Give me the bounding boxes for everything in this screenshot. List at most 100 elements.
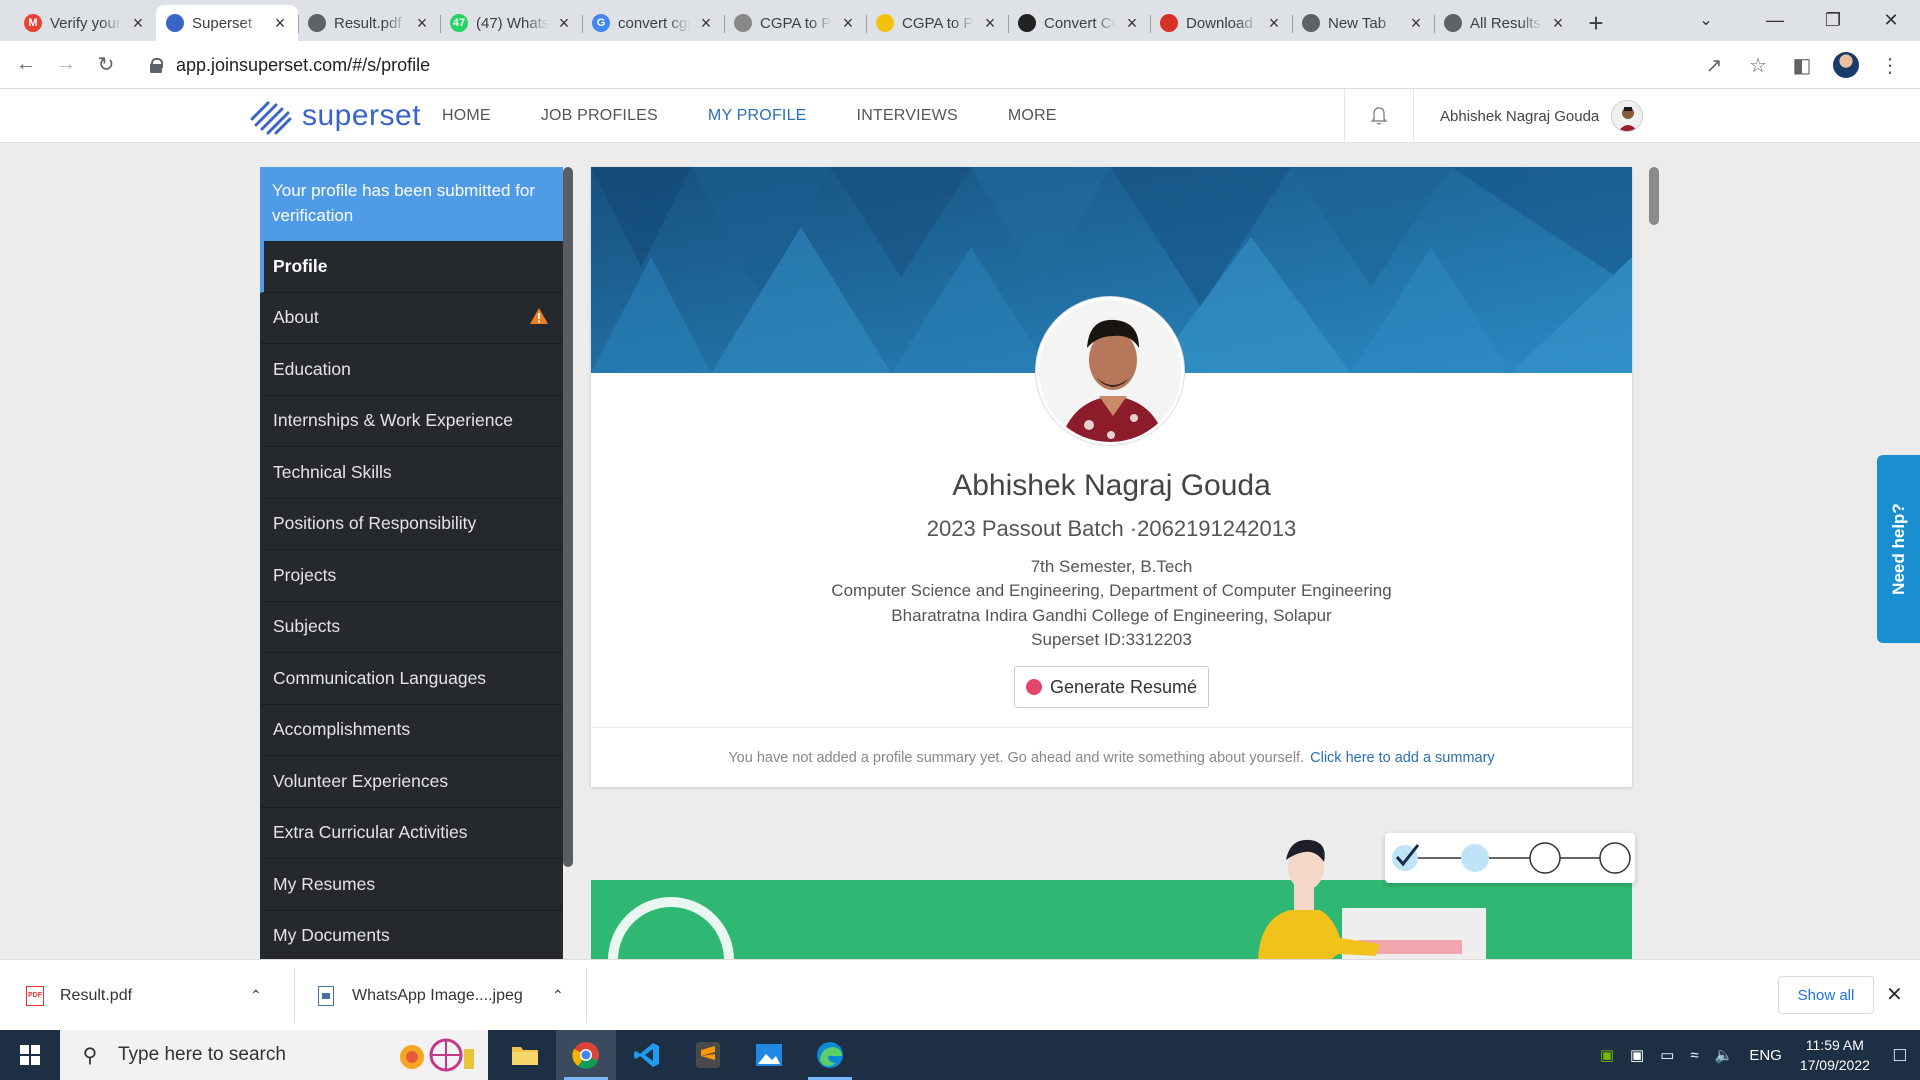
nav-home[interactable]: HOME bbox=[442, 107, 491, 125]
wifi-icon[interactable]: ≈ bbox=[1690, 1047, 1698, 1064]
tab-search-chevron-icon[interactable]: ⌄ bbox=[1688, 4, 1724, 36]
browser-tab[interactable]: CGPA to Percentage × bbox=[724, 5, 866, 41]
system-tray: ▣ ▣ ▭ ≈ 🔈 ENG 11:59 AM 17/09/2022 □ bbox=[1592, 1030, 1920, 1080]
taskbar-clock[interactable]: 11:59 AM 17/09/2022 bbox=[1800, 1035, 1870, 1075]
close-tab-icon[interactable]: × bbox=[1266, 13, 1282, 34]
notification-bell-icon[interactable] bbox=[1344, 89, 1414, 143]
show-all-downloads-button[interactable]: Show all bbox=[1778, 976, 1874, 1014]
sidebar-scrollbar[interactable] bbox=[563, 167, 573, 867]
sidebar-item-about[interactable]: About bbox=[260, 293, 563, 344]
close-tab-icon[interactable]: × bbox=[130, 13, 146, 34]
share-icon[interactable]: ↗ bbox=[1694, 45, 1734, 85]
edge-browser-icon[interactable] bbox=[800, 1030, 860, 1080]
url-text[interactable]: app.joinsuperset.com/#/s/profile bbox=[176, 55, 430, 76]
sidebar-item-communication-languages[interactable]: Communication Languages bbox=[260, 653, 563, 705]
browser-menu-icon[interactable]: ⋮ bbox=[1870, 45, 1910, 85]
photos-app-icon[interactable] bbox=[739, 1030, 799, 1080]
browser-tab[interactable]: All Results × bbox=[1434, 5, 1576, 41]
address-bar[interactable]: app.joinsuperset.com/#/s/profile bbox=[140, 47, 1700, 83]
sidebar-item-accomplishments[interactable]: Accomplishments bbox=[260, 705, 563, 756]
browser-tab[interactable]: 47 (47) WhatsApp × bbox=[440, 5, 582, 41]
close-window-button[interactable]: ✕ bbox=[1862, 0, 1920, 40]
language-indicator[interactable]: ENG bbox=[1749, 1047, 1782, 1064]
new-tab-button[interactable]: + bbox=[1576, 5, 1616, 41]
back-arrow-icon[interactable]: ← bbox=[6, 45, 46, 85]
close-tab-icon[interactable]: × bbox=[840, 13, 856, 34]
profile-batch: 2023 Passout Batch ·2062191242013 bbox=[926, 516, 1297, 541]
sidebar-item-projects[interactable]: Projects bbox=[260, 550, 563, 602]
meet-now-icon[interactable]: ▣ bbox=[1630, 1046, 1644, 1064]
profile-department: Computer Science and Engineering, Depart… bbox=[831, 581, 1392, 600]
sidebar-item-volunteer-experiences[interactable]: Volunteer Experiences bbox=[260, 756, 563, 808]
sidebar-item-label: About bbox=[273, 307, 319, 328]
page-scrollbar[interactable] bbox=[1649, 167, 1659, 225]
add-summary-link[interactable]: Click here to add a summary bbox=[1310, 750, 1495, 766]
browser-tab[interactable]: Superset × bbox=[156, 5, 298, 41]
profile-sidebar: Your profile has been submitted for veri… bbox=[260, 167, 563, 959]
nav-my-profile[interactable]: MY PROFILE bbox=[708, 107, 807, 125]
reload-icon[interactable]: ↻ bbox=[86, 45, 126, 85]
battery-icon[interactable]: ▭ bbox=[1660, 1046, 1674, 1064]
sidebar-item-positions-of-responsibility[interactable]: Positions of Responsibility bbox=[260, 499, 563, 550]
sidebar-item-education[interactable]: Education bbox=[260, 344, 563, 396]
restore-button[interactable]: ❐ bbox=[1804, 0, 1862, 40]
side-panel-icon[interactable]: ◧ bbox=[1782, 45, 1822, 85]
browser-tab[interactable]: Convert CGPA × bbox=[1008, 5, 1150, 41]
download-item-whatsapp-image[interactable]: WhatsApp Image....jpeg ⌃ bbox=[318, 960, 564, 1031]
notification-center-icon[interactable]: □ bbox=[1894, 1044, 1906, 1067]
user-avatar[interactable] bbox=[1611, 100, 1644, 132]
lock-icon[interactable] bbox=[150, 58, 163, 73]
nav-job-profiles[interactable]: JOB PROFILES bbox=[541, 107, 658, 125]
need-help-button[interactable]: Need help? bbox=[1877, 455, 1920, 643]
downloads-bar: PDF Result.pdf ⌃ WhatsApp Image....jpeg … bbox=[0, 959, 1920, 1030]
profile-summary-row: You have not added a profile summary yet… bbox=[591, 727, 1632, 787]
profile-avatar-icon[interactable] bbox=[1826, 45, 1866, 85]
chevron-up-icon[interactable]: ⌃ bbox=[552, 987, 564, 1004]
browser-tab[interactable]: CGPA to Percentage × bbox=[866, 5, 1008, 41]
download-item-result-pdf[interactable]: PDF Result.pdf ⌃ bbox=[26, 960, 262, 1031]
vscode-icon[interactable] bbox=[617, 1030, 677, 1080]
profile-photo[interactable] bbox=[1036, 297, 1184, 445]
chevron-up-icon[interactable]: ⌃ bbox=[250, 987, 262, 1004]
close-downloads-icon[interactable]: ✕ bbox=[1886, 982, 1903, 1007]
volume-icon[interactable]: 🔈 bbox=[1715, 1046, 1734, 1064]
sidebar-item-extra-curricular-activities[interactable]: Extra Curricular Activities bbox=[260, 808, 563, 859]
close-tab-icon[interactable]: × bbox=[414, 13, 430, 34]
tab-title: Verify your bbox=[50, 14, 121, 32]
taskbar-search-box[interactable]: ⚲ Type here to search bbox=[60, 1030, 488, 1080]
minimize-button[interactable]: — bbox=[1746, 0, 1804, 40]
sidebar-item-internships-work-experience[interactable]: Internships & Work Experience bbox=[260, 396, 563, 447]
file-explorer-icon[interactable] bbox=[495, 1030, 555, 1080]
download-separator bbox=[586, 968, 587, 1023]
sidebar-item-label: My Documents bbox=[273, 925, 390, 946]
sublime-text-icon[interactable] bbox=[678, 1030, 738, 1080]
close-tab-icon[interactable]: × bbox=[556, 13, 572, 34]
forward-arrow-icon[interactable]: → bbox=[46, 45, 86, 85]
superset-logo[interactable]: superset bbox=[248, 97, 421, 135]
close-tab-icon[interactable]: × bbox=[982, 13, 998, 34]
close-tab-icon[interactable]: × bbox=[1550, 13, 1566, 34]
sidebar-item-profile[interactable]: Profile bbox=[260, 241, 563, 293]
generate-resume-button[interactable]: Generate Resumé bbox=[1014, 666, 1209, 708]
browser-tab[interactable]: New Tab × bbox=[1292, 5, 1434, 41]
sidebar-item-my-resumes[interactable]: My Resumes bbox=[260, 859, 563, 911]
close-tab-icon[interactable]: × bbox=[1124, 13, 1140, 34]
windows-start-icon[interactable] bbox=[20, 1045, 40, 1065]
browser-tab[interactable]: M Verify your × bbox=[14, 5, 156, 41]
nav-interviews[interactable]: INTERVIEWS bbox=[857, 107, 958, 125]
browser-tab[interactable]: Result.pdf × bbox=[298, 5, 440, 41]
sidebar-item-my-documents[interactable]: My Documents bbox=[260, 911, 563, 960]
sidebar-item-technical-skills[interactable]: Technical Skills bbox=[260, 447, 563, 499]
browser-tab[interactable]: Gconvert cgpa × bbox=[582, 5, 724, 41]
close-tab-icon[interactable]: × bbox=[1408, 13, 1424, 34]
profile-card: Abhishek Nagraj Gouda 2023 Passout Batch… bbox=[591, 167, 1632, 787]
sidebar-item-subjects[interactable]: Subjects bbox=[260, 602, 563, 653]
browser-tab[interactable]: Download × bbox=[1150, 5, 1292, 41]
bookmark-star-icon[interactable]: ☆ bbox=[1738, 45, 1778, 85]
chrome-taskbar-icon[interactable] bbox=[556, 1030, 616, 1080]
close-tab-icon[interactable]: × bbox=[698, 13, 714, 34]
nav-more[interactable]: MORE bbox=[1008, 107, 1057, 125]
user-name[interactable]: Abhishek Nagraj Gouda bbox=[1440, 108, 1599, 125]
nvidia-icon[interactable]: ▣ bbox=[1600, 1046, 1614, 1064]
close-tab-icon[interactable]: × bbox=[272, 13, 288, 34]
